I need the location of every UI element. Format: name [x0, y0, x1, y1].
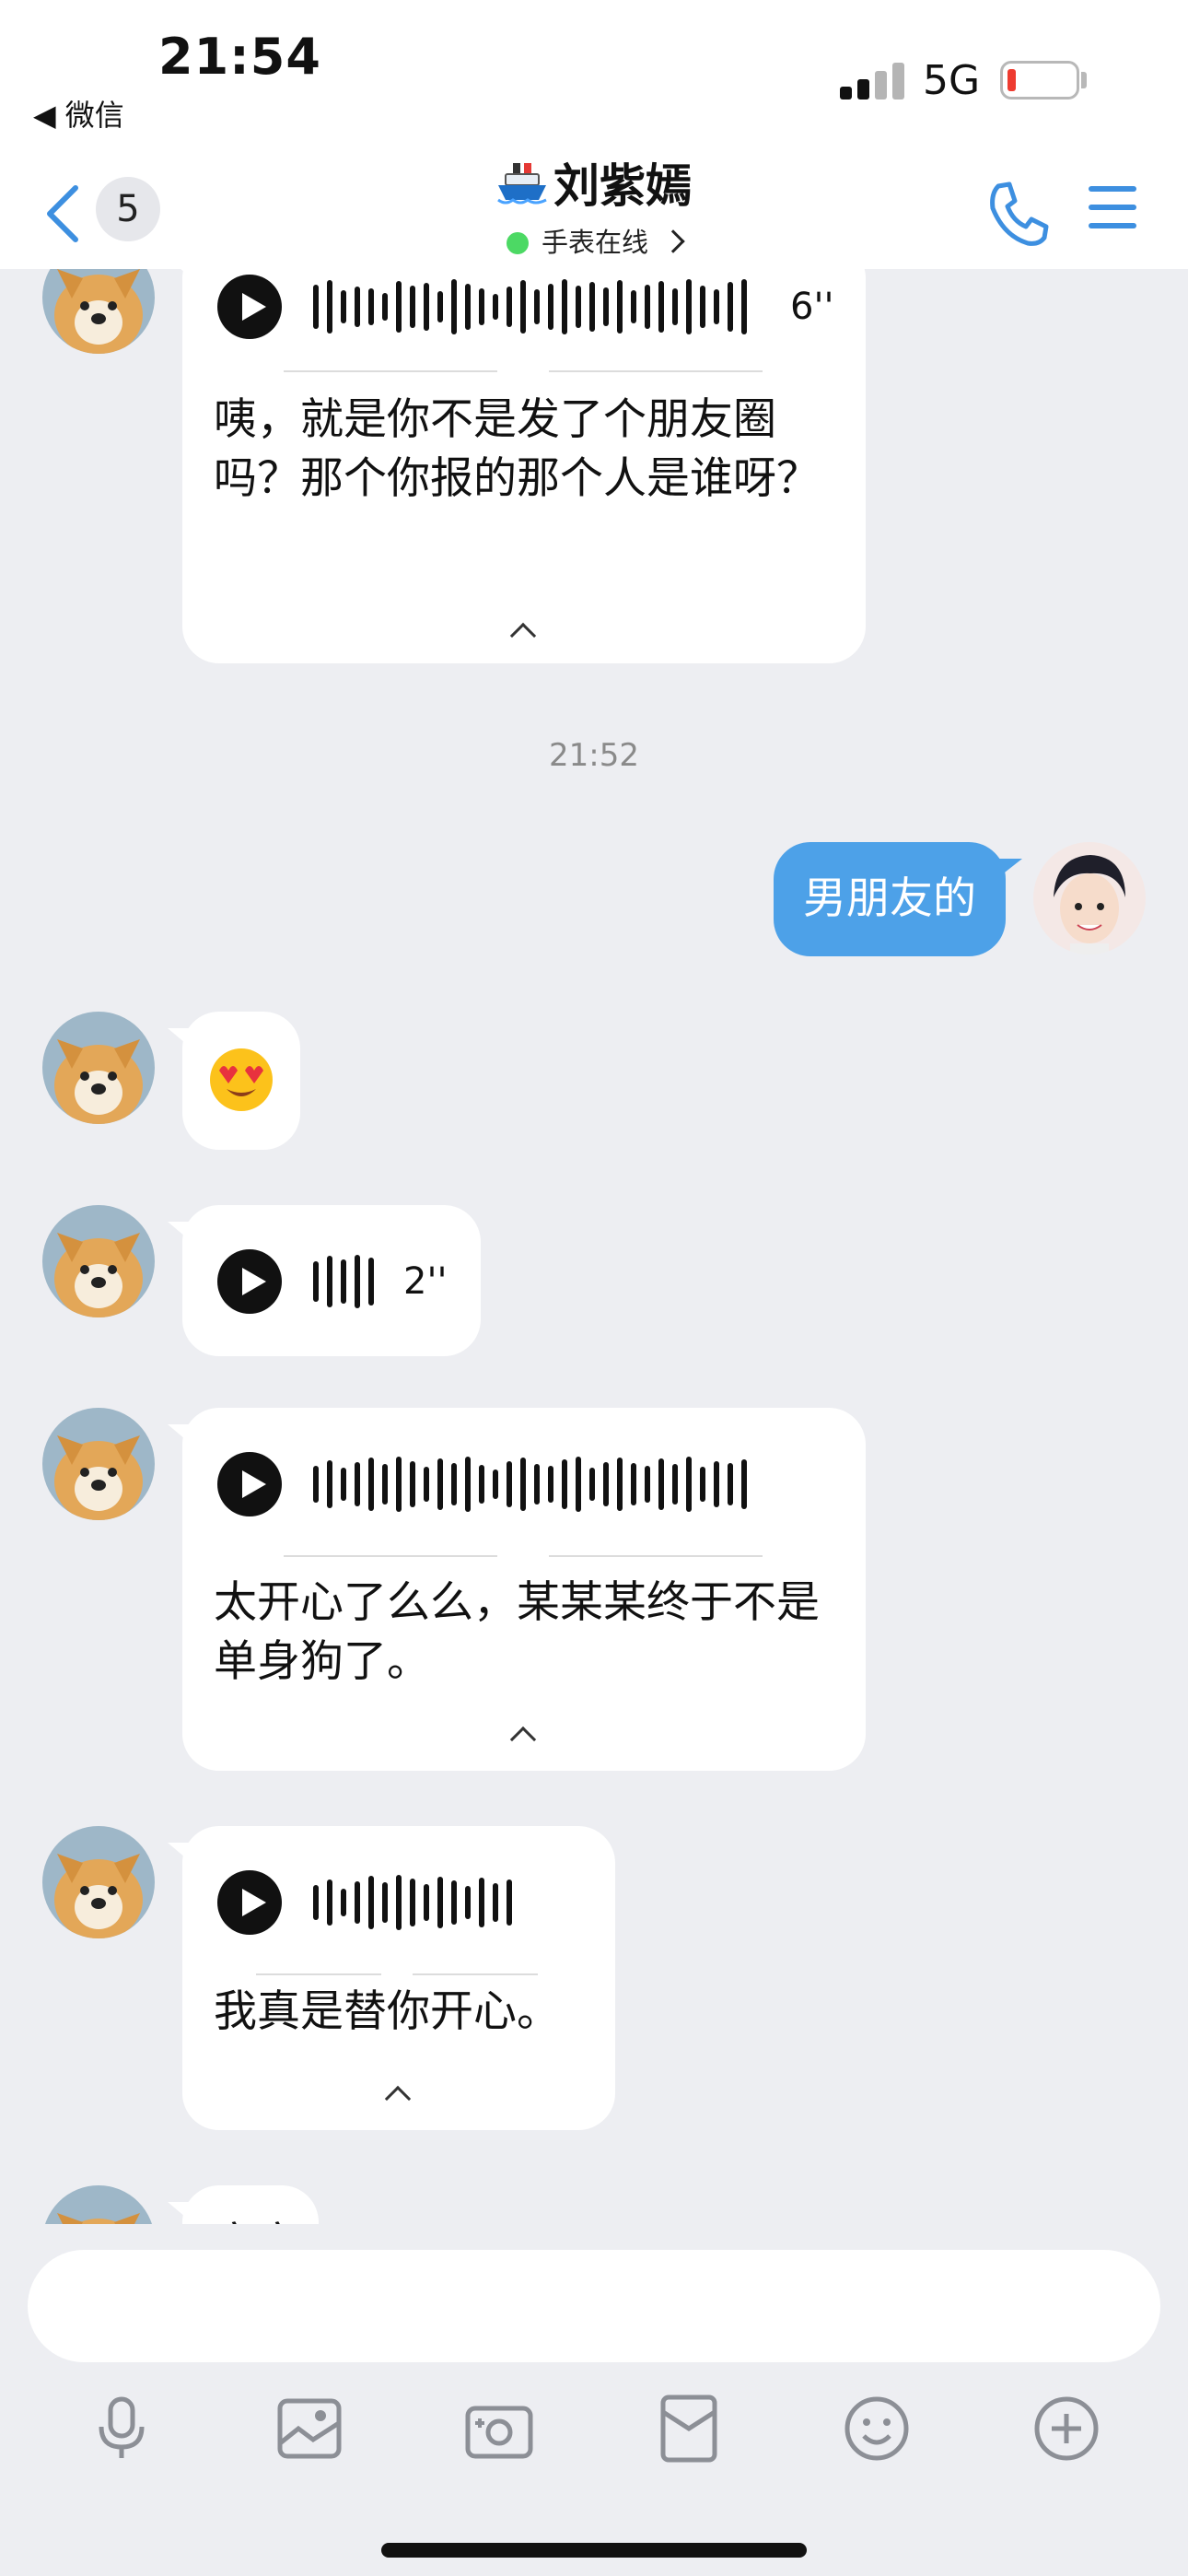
contact-name-text: 刘紫嫣: [553, 159, 692, 213]
play-icon[interactable]: [217, 1249, 282, 1314]
collapse-caret-icon[interactable]: [509, 1726, 537, 1753]
voice-duration: 6'': [790, 286, 834, 328]
online-dot-icon: [506, 232, 529, 254]
online-status-text: 手表在线: [541, 227, 648, 258]
chat-header: 5 刘紫嫣 手表在线: [0, 159, 1188, 269]
play-icon[interactable]: [217, 1870, 282, 1935]
divider: [549, 1555, 763, 1557]
red-packet-icon[interactable]: [652, 2392, 726, 2465]
contact-avatar[interactable]: [42, 2185, 155, 2224]
divider: [284, 1555, 497, 1557]
menu-icon[interactable]: [1089, 186, 1136, 232]
microphone-icon[interactable]: [85, 2392, 158, 2465]
voice-transcript: 咦，就是你不是发了个朋友圈吗？那个你报的那个人是谁呀？: [214, 394, 820, 504]
play-icon[interactable]: [217, 275, 282, 339]
voice-waveform: [313, 1870, 512, 1935]
battery-icon: [1000, 61, 1079, 100]
sent-text-bubble[interactable]: 男朋友的: [774, 842, 1006, 956]
my-avatar[interactable]: [1033, 842, 1146, 954]
divider: [256, 1973, 381, 1975]
voice-waveform: [313, 1452, 747, 1516]
heart-eyes-emoji-icon: [210, 1048, 273, 1111]
battery-cap: [1081, 72, 1087, 88]
phone-icon[interactable]: [985, 179, 1050, 249]
divider: [549, 370, 763, 372]
voice-message-bubble[interactable]: 2'': [182, 1205, 481, 1356]
voice-waveform: [313, 275, 747, 339]
voice-message-bubble[interactable]: 6'' 咦，就是你不是发了个朋友圈吗？那个你报的那个人是谁呀？: [182, 269, 866, 663]
voice-message-bubble[interactable]: 太开心了么么，某某某终于不是单身狗了。: [182, 1408, 866, 1771]
voice-duration: 2'': [403, 1260, 448, 1303]
message-input[interactable]: [28, 2250, 1160, 2362]
signal-icon: [840, 63, 904, 100]
divider: [284, 370, 497, 372]
status-bar: 21:54 ◀ 微信 5G: [0, 0, 1188, 166]
voice-waveform: [313, 1249, 374, 1314]
collapse-caret-icon[interactable]: [509, 622, 537, 650]
network-type: 5G: [923, 57, 981, 104]
input-toolbar: [0, 2224, 1188, 2576]
contact-avatar[interactable]: [42, 1012, 155, 1124]
emoji-message-bubble[interactable]: [182, 1012, 300, 1150]
chevron-right-icon: [661, 229, 685, 253]
home-indicator[interactable]: [381, 2543, 807, 2558]
voice-transcript: 我真是替你开心。: [214, 1986, 560, 2037]
contact-avatar[interactable]: [42, 1205, 155, 1317]
play-icon[interactable]: [217, 1452, 282, 1516]
ship-emoji-icon: [497, 163, 547, 205]
emoji-icon[interactable]: [840, 2392, 914, 2465]
camera-icon[interactable]: [462, 2392, 536, 2465]
message-timestamp: 21:52: [549, 737, 639, 774]
text-message-bubble[interactable]: 亲亲: [182, 2185, 319, 2224]
divider: [413, 1973, 538, 1975]
chat-messages[interactable]: 6'' 咦，就是你不是发了个朋友圈吗？那个你报的那个人是谁呀？ 21:52 男朋…: [0, 269, 1188, 2224]
status-time: 21:54: [158, 28, 321, 86]
plus-icon[interactable]: [1030, 2392, 1103, 2465]
bubble-tail: [996, 859, 1022, 879]
collapse-caret-icon[interactable]: [384, 2085, 412, 2113]
voice-transcript: 太开心了么么，某某某终于不是单身狗了。: [214, 1577, 820, 1687]
image-icon[interactable]: [273, 2392, 346, 2465]
back-to-app-link[interactable]: ◀ 微信: [33, 92, 124, 135]
voice-message-bubble[interactable]: 我真是替你开心。: [182, 1826, 615, 2130]
message-text: 亲亲: [214, 2215, 315, 2224]
contact-avatar[interactable]: [42, 1408, 155, 1520]
contact-avatar[interactable]: [42, 1826, 155, 1938]
contact-avatar[interactable]: [42, 269, 155, 354]
